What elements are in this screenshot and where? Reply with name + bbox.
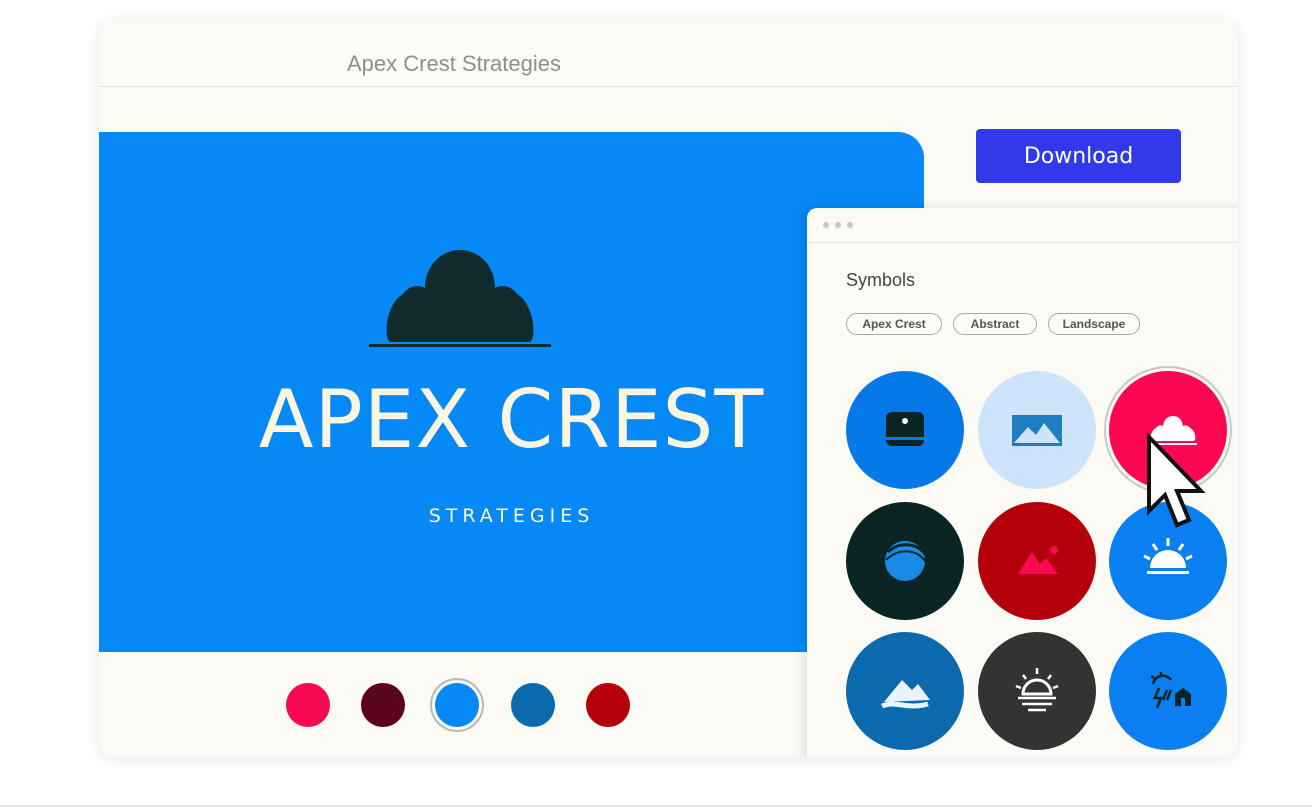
app-window: Apex Crest Strategies APEX CREST STRATEG… [99,20,1238,757]
symbol-option-cloud-square[interactable] [846,371,964,489]
window-dot [847,222,853,228]
cloud-on-horizon-icon [369,250,551,347]
symbol-option-sunset-horizon[interactable] [978,632,1096,750]
swatch-steel-blue[interactable] [511,683,555,727]
mountain-river-icon [881,680,930,709]
mountain-photo-icon [1012,415,1062,446]
storm-house-icon [1150,672,1191,709]
filter-chip-apex-crest[interactable]: Apex Crest [846,313,942,335]
title-bar: Apex Crest Strategies [99,20,1238,87]
panel-header [807,208,1238,243]
window-dot [835,222,841,228]
symbol-option-mountain-photo[interactable] [978,371,1096,489]
symbol-option-storm-house[interactable] [1109,632,1227,750]
swatch-crimson[interactable] [286,683,330,727]
window-dot [823,222,829,228]
mouse-pointer-icon [1147,433,1206,528]
symbol-option-mountain-river[interactable] [846,632,964,750]
logo-preview-canvas: APEX CREST STRATEGIES [99,132,924,652]
window-title: Apex Crest Strategies [347,51,561,76]
symbols-heading: Symbols [846,270,916,290]
swatch-maroon[interactable] [361,683,405,727]
cloud-square-icon [886,412,924,446]
filter-chip-landscape[interactable]: Landscape [1048,313,1140,335]
symbol-option-globe-swirl[interactable] [846,502,964,620]
mountain-sun-icon [1018,546,1058,574]
symbol-option-mountain-sun[interactable] [978,502,1096,620]
swatch-blue[interactable] [435,683,479,727]
filter-chip-abstract[interactable]: Abstract [953,313,1037,335]
download-button[interactable]: Download [976,129,1181,183]
sunset-horizon-icon [1015,668,1059,712]
brand-name: APEX CREST [258,373,765,466]
swatch-red[interactable] [586,683,630,727]
brand-tagline: STRATEGIES [428,505,595,527]
globe-swirl-icon [885,541,927,581]
page-divider [0,805,1312,807]
